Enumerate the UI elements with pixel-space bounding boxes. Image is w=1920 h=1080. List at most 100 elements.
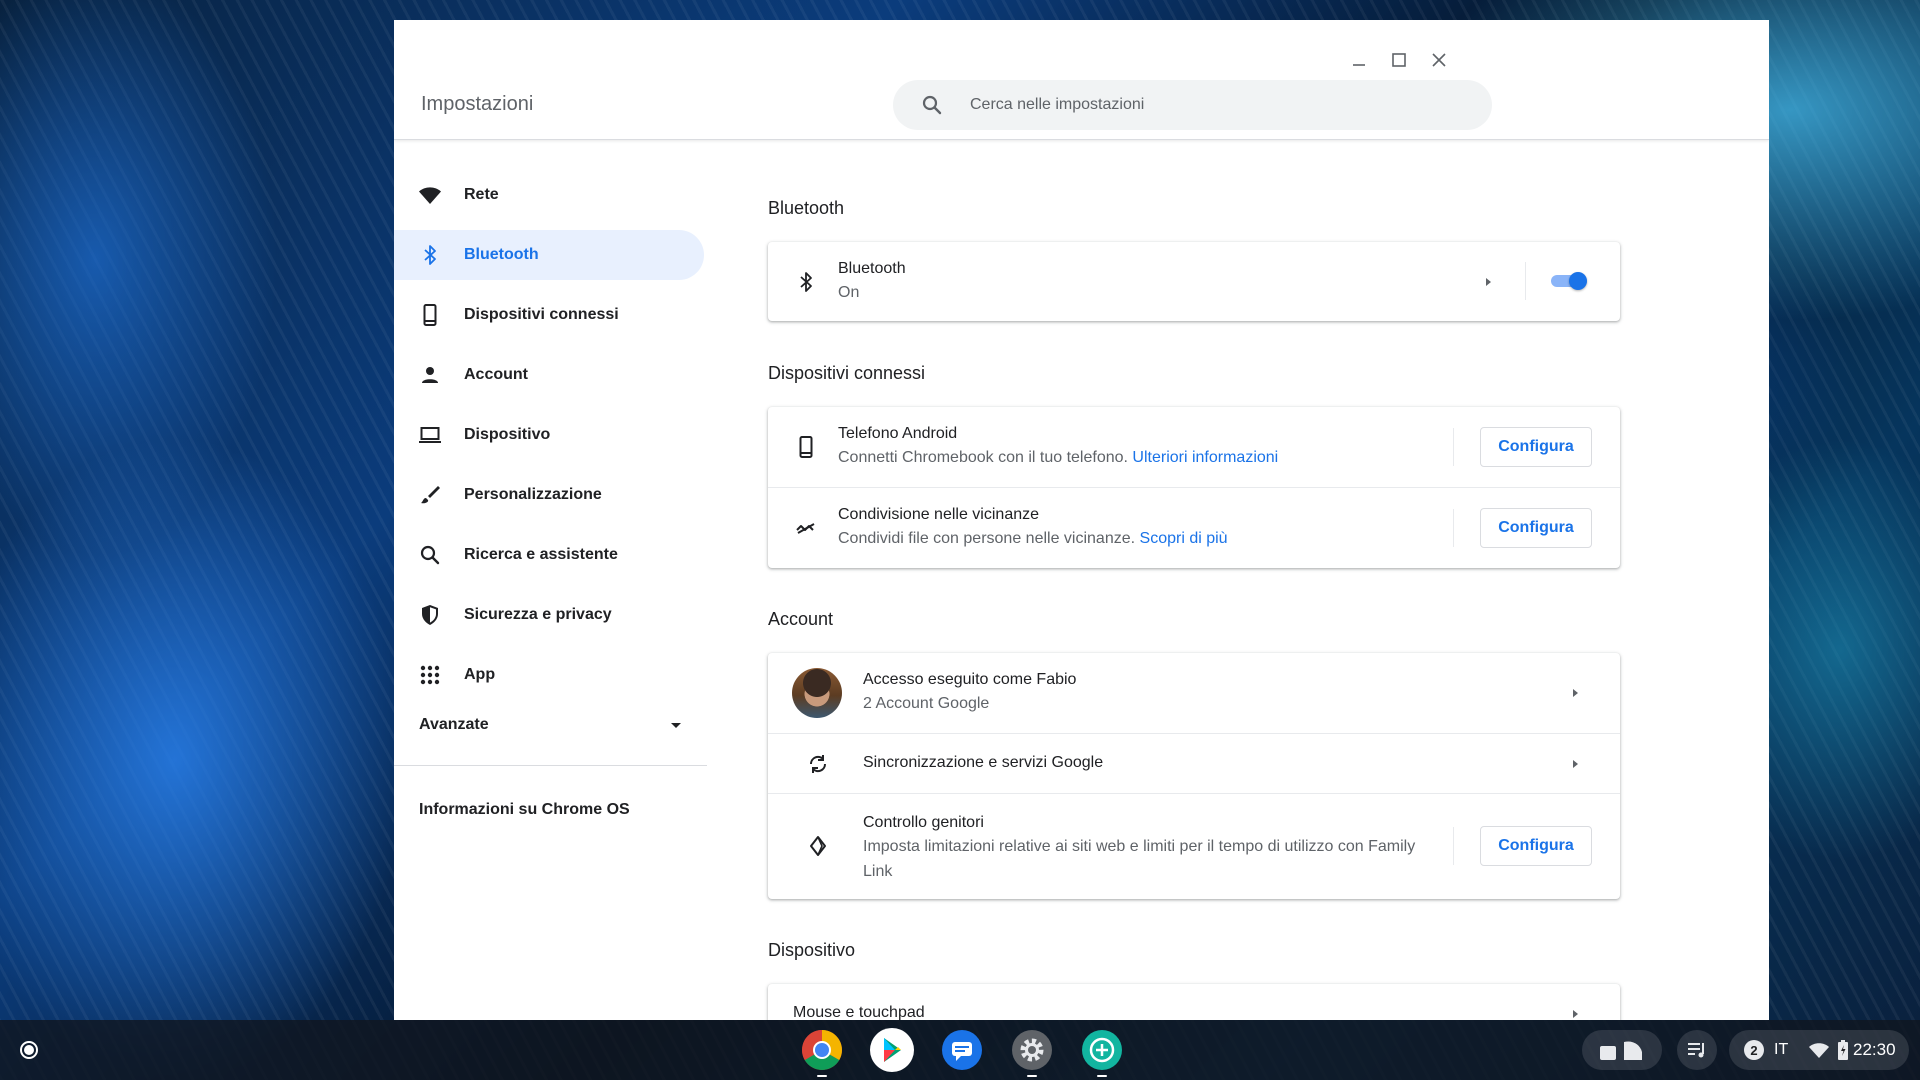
mouse-title: Mouse e touchpad [793, 1004, 925, 1020]
arrow-right-icon [1573, 689, 1578, 697]
chrome-icon [802, 1030, 842, 1070]
parental-controls-row: Controllo genitori Imposta limitazioni r… [768, 794, 1620, 899]
launcher-button[interactable] [11, 1032, 47, 1068]
sidebar-item-ricerca-assistente[interactable]: Ricerca e assistente [394, 530, 704, 580]
bluetooth-card: Bluetooth On [768, 242, 1620, 321]
advanced-toggle[interactable]: Avanzate [394, 700, 704, 750]
tote-icon [1600, 1041, 1642, 1060]
mouse-touchpad-row[interactable]: Mouse e touchpad [768, 984, 1620, 1020]
minimize-button[interactable] [1341, 42, 1377, 78]
sidebar-item-label: Rete [464, 186, 499, 203]
bluetooth-icon [424, 245, 436, 265]
notification-count: 2 [1744, 1040, 1764, 1060]
phone-icon [423, 304, 437, 326]
toggle-knob [1569, 272, 1587, 290]
android-subtitle: Connetti Chromebook con il tuo telefono.… [838, 449, 1279, 466]
sidebar-item-about[interactable]: Informazioni su Chrome OS [419, 801, 630, 819]
sidebar-item-label: Account [464, 366, 528, 383]
search-icon [922, 95, 942, 115]
wifi-status-icon [1809, 1043, 1829, 1058]
sidebar-item-label: Bluetooth [464, 246, 539, 263]
play-store-icon [884, 1038, 901, 1062]
section-title-device: Dispositivo [768, 940, 856, 960]
brush-icon [421, 486, 440, 504]
vertical-divider [1453, 509, 1454, 547]
vertical-divider [1453, 428, 1454, 466]
battery-icon [1838, 1040, 1848, 1060]
media-controls-button[interactable] [1677, 1030, 1717, 1070]
maximize-button[interactable] [1381, 42, 1417, 78]
search-box[interactable] [893, 80, 1492, 130]
phone-icon [799, 436, 813, 458]
sync-icon [809, 755, 827, 773]
shelf: 2 IT 22:30 [0, 1020, 1920, 1080]
bluetooth-toggle[interactable] [1549, 270, 1589, 292]
device-card: Mouse e touchpad [768, 984, 1620, 1020]
learn-more-link[interactable]: Ulteriori informazioni [1132, 449, 1278, 466]
sidebar-item-label: Sicurezza e privacy [464, 606, 612, 623]
sidebar-item-dispositivi-connessi[interactable]: Dispositivi connessi [394, 290, 704, 340]
nearby-share-icon [796, 523, 815, 534]
nearby-title: Condivisione nelle vicinanze [838, 506, 1040, 523]
nearby-subtitle: Condividi file con persone nelle vicinan… [838, 530, 1228, 547]
search-icon [420, 545, 440, 565]
sidebar-item-bluetooth[interactable]: Bluetooth [394, 230, 704, 280]
messages-app[interactable] [940, 1028, 984, 1072]
family-link-icon [810, 836, 826, 856]
avatar [792, 668, 842, 718]
sidebar-item-rete[interactable]: Rete [394, 170, 704, 220]
status-area[interactable]: 2 IT 22:30 [1729, 1030, 1909, 1070]
sync-row[interactable]: Sincronizzazione e servizi Google [768, 734, 1620, 793]
vertical-divider [1525, 262, 1526, 300]
arrow-right-icon [1573, 1010, 1578, 1018]
maximize-icon [1392, 53, 1406, 67]
advanced-label: Avanzate [419, 716, 489, 733]
running-indicator [1097, 1075, 1107, 1077]
sidebar-item-personalizzazione[interactable]: Personalizzazione [394, 470, 704, 520]
parental-title: Controllo genitori [863, 814, 984, 831]
parental-configure-button[interactable]: Configura [1480, 826, 1592, 866]
android-configure-button[interactable]: Configura [1480, 427, 1592, 467]
main-content: Bluetooth Bluetooth On Dispositivi conne… [768, 140, 1620, 1020]
app-title: Impostazioni [421, 93, 534, 115]
section-title-account: Account [768, 609, 834, 629]
sidebar-item-label: Ricerca e assistente [464, 546, 618, 563]
close-button[interactable] [1421, 42, 1457, 78]
section-title-connected-devices: Dispositivi connessi [768, 363, 926, 383]
bluetooth-title: Bluetooth [838, 260, 906, 277]
search-input[interactable] [970, 96, 1450, 114]
settings-window: Impostazioni Rete Bluetooth Dispositivi … [394, 20, 1769, 1020]
sidebar: Rete Bluetooth Dispositivi connessi Acco… [394, 140, 707, 1020]
arrow-right-icon [1486, 278, 1491, 286]
input-language: IT [1774, 1041, 1789, 1058]
sidebar-item-label: App [464, 666, 496, 683]
discover-more-link[interactable]: Scopri di più [1140, 530, 1228, 547]
signed-in-subtitle: 2 Account Google [863, 695, 990, 712]
bluetooth-status: On [838, 284, 860, 301]
play-store-app[interactable] [870, 1028, 914, 1072]
messages-icon [942, 1030, 982, 1070]
minimize-icon [1353, 64, 1365, 66]
sidebar-item-account[interactable]: Account [394, 350, 704, 400]
sidebar-item-label: Dispositivo [464, 426, 551, 443]
sidebar-item-dispositivo[interactable]: Dispositivo [394, 410, 704, 460]
sidebar-item-label: Personalizzazione [464, 486, 602, 503]
sidebar-item-app[interactable]: App [394, 650, 704, 700]
section-title-bluetooth: Bluetooth [768, 198, 845, 218]
settings-app[interactable] [1010, 1028, 1054, 1072]
apps-grid-icon [420, 665, 440, 685]
bluetooth-row[interactable]: Bluetooth On [768, 242, 1620, 321]
signed-in-row[interactable]: Accesso eseguito come Fabio 2 Account Go… [768, 653, 1620, 733]
person-icon [422, 367, 438, 383]
nearby-configure-button[interactable]: Configura [1480, 508, 1592, 548]
chrome-app[interactable] [800, 1028, 844, 1072]
playlist-icon [1688, 1043, 1704, 1058]
sidebar-item-sicurezza-privacy[interactable]: Sicurezza e privacy [394, 590, 704, 640]
account-card: Accesso eseguito come Fabio 2 Account Go… [768, 653, 1620, 899]
add-app-icon [1082, 1030, 1122, 1070]
laptop-icon [419, 427, 441, 443]
settings-icon [1012, 1030, 1052, 1070]
add-app[interactable] [1080, 1028, 1124, 1072]
holding-space-button[interactable] [1582, 1030, 1662, 1070]
arrow-right-icon [1573, 760, 1578, 768]
